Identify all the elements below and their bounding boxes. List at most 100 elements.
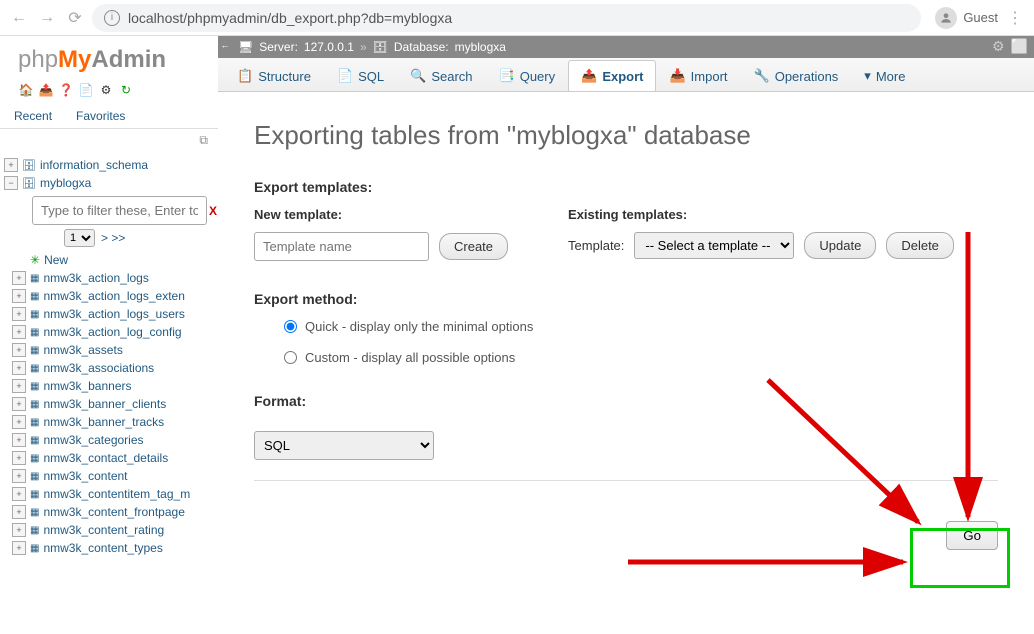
- format-select[interactable]: SQL: [254, 431, 434, 460]
- tree-table[interactable]: +▦nmw3k_assets: [12, 341, 218, 359]
- custom-option[interactable]: Custom - display all possible options: [284, 350, 998, 365]
- reload-icon[interactable]: ↻: [118, 82, 134, 98]
- table-icon: ▦: [30, 273, 39, 284]
- expand-icon[interactable]: +: [12, 415, 26, 429]
- filter-input[interactable]: [32, 196, 207, 225]
- create-button[interactable]: Create: [439, 233, 508, 260]
- link-icon[interactable]: ⧉: [0, 129, 218, 152]
- tab-recent[interactable]: Recent: [4, 104, 62, 128]
- db-link[interactable]: myblogxa: [455, 40, 506, 54]
- quick-radio[interactable]: [284, 320, 297, 333]
- quick-option[interactable]: Quick - display only the minimal options: [284, 319, 998, 334]
- custom-radio[interactable]: [284, 351, 297, 364]
- expand-icon[interactable]: +: [12, 451, 26, 465]
- expand-icon[interactable]: +: [4, 158, 18, 172]
- table-icon: ▦: [30, 399, 39, 410]
- expand-icon[interactable]: +: [12, 433, 26, 447]
- delete-button[interactable]: Delete: [886, 232, 954, 259]
- tab-search[interactable]: 🔍Search: [397, 60, 485, 91]
- tab-query[interactable]: 📑Query: [486, 60, 569, 91]
- tab-import[interactable]: 📥Import: [656, 60, 740, 91]
- expand-icon[interactable]: +: [12, 541, 26, 555]
- address-bar[interactable]: i localhost/phpmyadmin/db_export.php?db=…: [92, 4, 921, 32]
- expand-icon[interactable]: +: [12, 379, 26, 393]
- home-icon[interactable]: 🏠: [18, 82, 34, 98]
- go-button[interactable]: Go: [946, 521, 998, 550]
- menu-button[interactable]: ⋮: [1004, 7, 1026, 29]
- expand-icon[interactable]: +: [12, 271, 26, 285]
- export-icon: 📤: [581, 68, 597, 84]
- pager-next[interactable]: > >>: [101, 231, 125, 245]
- tree-table[interactable]: +▦nmw3k_contentitem_tag_m: [12, 485, 218, 503]
- expand-icon[interactable]: +: [12, 487, 26, 501]
- back-button[interactable]: ←: [8, 7, 30, 29]
- tree-table[interactable]: +▦nmw3k_content: [12, 467, 218, 485]
- site-info-icon[interactable]: i: [104, 10, 120, 26]
- export-panel: Exporting tables from "myblogxa" databas…: [218, 92, 1034, 634]
- tree-db-info-schema[interactable]: + 🗄 information_schema: [4, 156, 218, 174]
- tree-table[interactable]: +▦nmw3k_categories: [12, 431, 218, 449]
- tree-new[interactable]: ✳ New: [12, 251, 218, 269]
- tab-operations[interactable]: 🔧Operations: [741, 60, 852, 91]
- tree-table[interactable]: +▦nmw3k_action_log_config: [12, 323, 218, 341]
- tree-table[interactable]: +▦nmw3k_action_logs_users: [12, 305, 218, 323]
- db-icon: 🗄: [22, 177, 36, 190]
- import-icon: 📥: [669, 68, 685, 84]
- tab-favorites[interactable]: Favorites: [66, 104, 135, 128]
- forward-button[interactable]: →: [36, 7, 58, 29]
- collapse-icon[interactable]: −: [4, 176, 18, 190]
- new-template-label: New template:: [254, 207, 508, 222]
- tree-table[interactable]: +▦nmw3k_action_logs_exten: [12, 287, 218, 305]
- sql-icon[interactable]: 📄: [78, 82, 94, 98]
- expand-icon[interactable]: +: [12, 397, 26, 411]
- tree-db-myblogxa[interactable]: − 🗄 myblogxa: [4, 174, 218, 192]
- table-icon: ▦: [30, 381, 39, 392]
- table-icon: ▦: [30, 507, 39, 518]
- gear-icon[interactable]: ⚙: [992, 38, 1005, 55]
- update-button[interactable]: Update: [804, 232, 876, 259]
- tree-table[interactable]: +▦nmw3k_content_frontpage: [12, 503, 218, 521]
- table-icon: ▦: [30, 363, 39, 374]
- table-icon: ▦: [30, 309, 39, 320]
- db-icon: 🗄: [22, 159, 36, 172]
- expand-icon[interactable]: +: [12, 307, 26, 321]
- profile-chip[interactable]: Guest: [935, 7, 998, 29]
- help-icon[interactable]: ⬜: [1011, 38, 1028, 55]
- template-name-input[interactable]: [254, 232, 429, 261]
- docs-icon[interactable]: ❓: [58, 82, 74, 98]
- tab-sql[interactable]: 📄SQL: [324, 60, 397, 91]
- tab-more[interactable]: ▾More: [851, 60, 918, 91]
- table-icon: ▦: [30, 543, 39, 554]
- expand-icon[interactable]: +: [12, 343, 26, 357]
- tree-table[interactable]: +▦nmw3k_contact_details: [12, 449, 218, 467]
- expand-icon[interactable]: +: [12, 505, 26, 519]
- tab-export[interactable]: 📤Export: [568, 60, 656, 91]
- table-pager: 1 > >>: [64, 229, 218, 247]
- clear-filter[interactable]: X: [209, 204, 217, 218]
- expand-icon[interactable]: +: [12, 469, 26, 483]
- collapse-sidebar[interactable]: ←: [218, 36, 232, 54]
- expand-icon[interactable]: +: [12, 289, 26, 303]
- existing-templates-label: Existing templates:: [568, 207, 954, 222]
- template-select[interactable]: -- Select a template --: [634, 232, 794, 259]
- tree-table[interactable]: +▦nmw3k_associations: [12, 359, 218, 377]
- expand-icon[interactable]: +: [12, 325, 26, 339]
- tree-table[interactable]: +▦nmw3k_action_logs: [12, 269, 218, 287]
- expand-icon[interactable]: +: [12, 523, 26, 537]
- logout-icon[interactable]: 📤: [38, 82, 54, 98]
- logo[interactable]: phpMyAdmin: [0, 36, 218, 80]
- tab-structure[interactable]: 📋Structure: [224, 60, 324, 91]
- tree-table[interactable]: +▦nmw3k_banners: [12, 377, 218, 395]
- table-icon: ▦: [30, 417, 39, 428]
- server-link[interactable]: 127.0.0.1: [304, 40, 354, 54]
- tree-table[interactable]: +▦nmw3k_content_rating: [12, 521, 218, 539]
- page-select[interactable]: 1: [64, 229, 95, 247]
- breadcrumb: 🖥 Server: 127.0.0.1 » 🗄 Database: myblog…: [218, 36, 1034, 58]
- tree-table[interactable]: +▦nmw3k_banner_tracks: [12, 413, 218, 431]
- operations-icon: 🔧: [754, 68, 770, 84]
- reload-button[interactable]: ⟳: [64, 7, 86, 29]
- expand-icon[interactable]: +: [12, 361, 26, 375]
- tree-table[interactable]: +▦nmw3k_content_types: [12, 539, 218, 557]
- tree-table[interactable]: +▦nmw3k_banner_clients: [12, 395, 218, 413]
- settings-icon[interactable]: ⚙: [98, 82, 114, 98]
